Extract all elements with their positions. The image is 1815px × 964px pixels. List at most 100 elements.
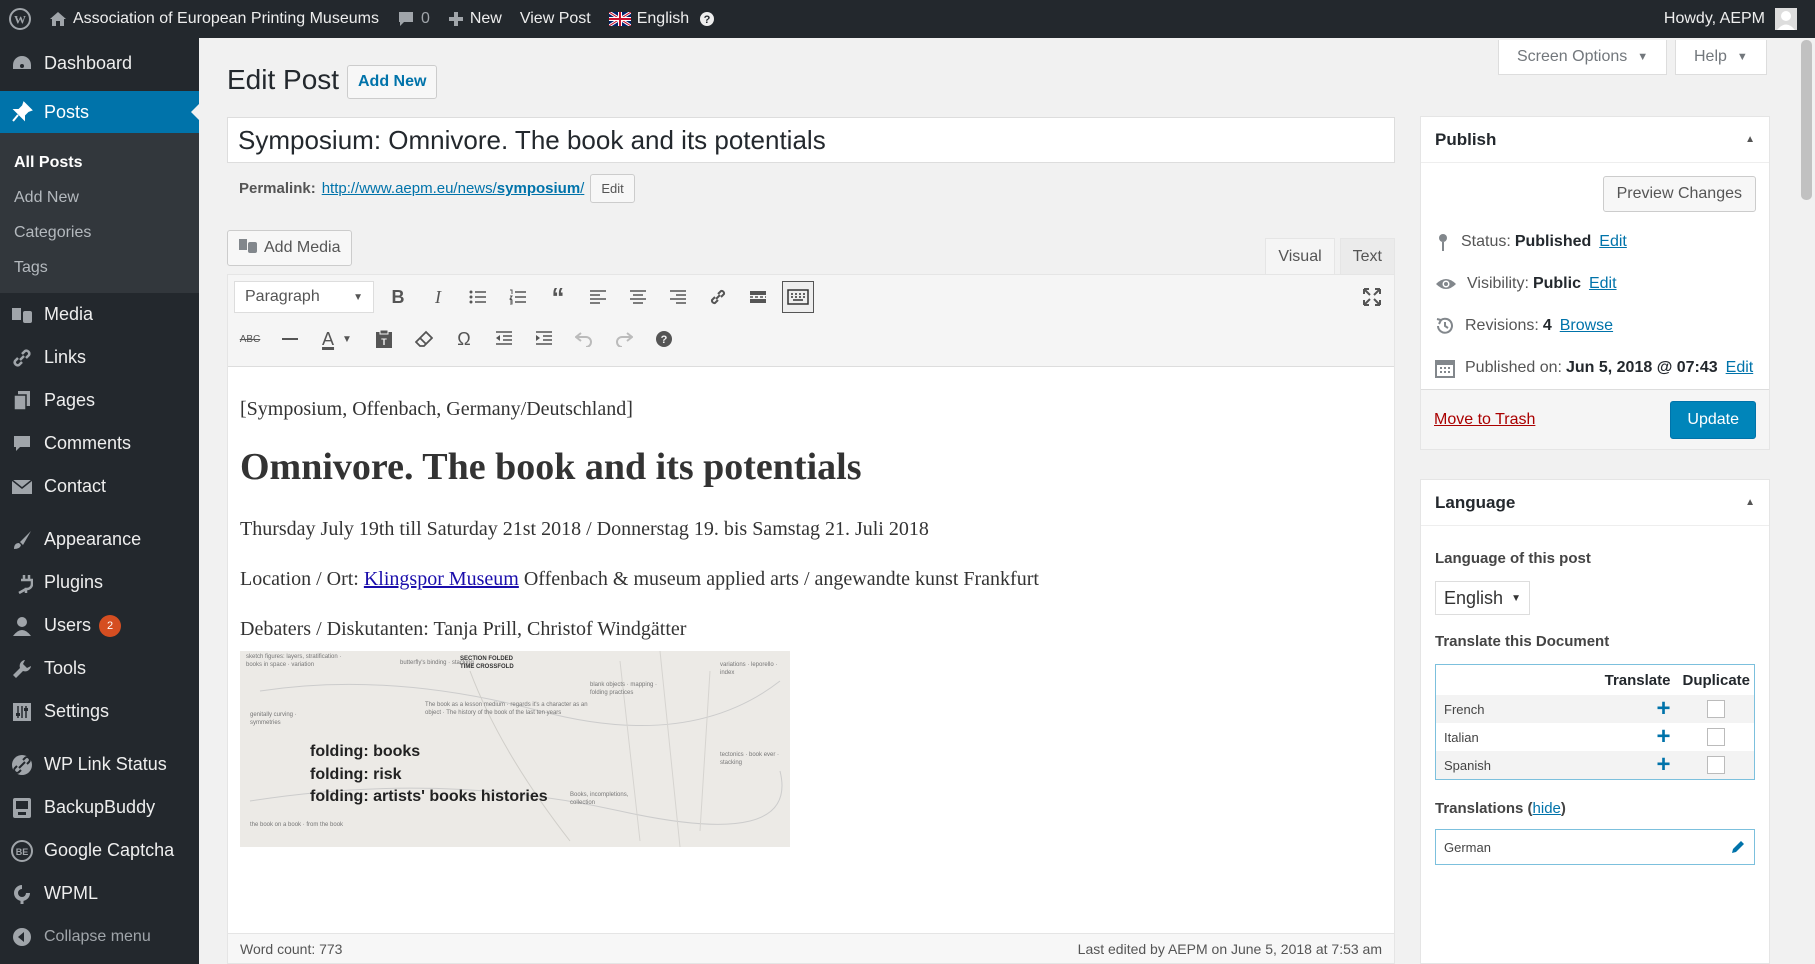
read-more-button[interactable] <box>742 281 774 313</box>
blockquote-button[interactable]: “ <box>542 281 574 313</box>
preview-changes-button[interactable]: Preview Changes <box>1602 176 1756 212</box>
duplicate-checkbox[interactable] <box>1707 700 1726 718</box>
posts-submenu: All Posts Add New Categories Tags <box>0 133 199 293</box>
help-circle-icon[interactable]: ? <box>699 11 715 27</box>
sidebar-item-wp-link-status[interactable]: WP Link Status <box>0 743 199 786</box>
sidebar-item-dashboard[interactable]: Dashboard <box>0 42 199 85</box>
submenu-add-new[interactable]: Add New <box>0 180 199 215</box>
distraction-free-button[interactable] <box>1358 283 1386 311</box>
visibility-edit-link[interactable]: Edit <box>1589 275 1617 293</box>
browse-revisions-link[interactable]: Browse <box>1560 317 1613 335</box>
post-title-input[interactable]: Symposium: Omnivore. The book and its po… <box>227 117 1395 163</box>
screen-options-button[interactable]: Screen Options ▼ <box>1498 40 1668 75</box>
scrollbar-thumb[interactable] <box>1801 40 1812 200</box>
language-of-post-label: Language of this post <box>1435 550 1591 567</box>
sidebar-label-backupbuddy: BackupBuddy <box>44 797 156 817</box>
add-translation-plus-icon[interactable]: + <box>1656 697 1670 721</box>
submenu-all-posts[interactable]: All Posts <box>0 145 199 180</box>
increase-indent-button[interactable] <box>528 323 560 355</box>
tab-text[interactable]: Text <box>1339 238 1395 275</box>
align-right-button[interactable] <box>662 281 694 313</box>
new-content-link[interactable]: New <box>439 0 511 38</box>
redo-button[interactable] <box>608 323 640 355</box>
view-post-link[interactable]: View Post <box>511 0 600 38</box>
collapse-arrow-icon[interactable]: ▲ <box>1745 134 1755 145</box>
special-character-button[interactable]: Ω <box>448 323 480 355</box>
site-name-link[interactable]: Association of European Printing Museums <box>40 0 388 38</box>
editor-content[interactable]: [Symposium, Offenbach, Germany/Deutschla… <box>228 367 1394 847</box>
sidebar-item-appearance[interactable]: Appearance <box>0 518 199 561</box>
toolbar-toggle-button[interactable] <box>782 281 814 313</box>
pencil-icon[interactable] <box>1730 839 1746 855</box>
status-edit-link[interactable]: Edit <box>1599 233 1627 251</box>
submenu-categories[interactable]: Categories <box>0 215 199 250</box>
post-language-select[interactable]: English ▼ <box>1435 581 1530 615</box>
add-translation-plus-icon[interactable]: + <box>1656 725 1670 749</box>
history-icon <box>1436 317 1453 334</box>
klingspor-museum-link[interactable]: Klingspor Museum <box>364 568 519 590</box>
wordpress-logo-icon[interactable]: W <box>0 0 40 38</box>
collapse-menu-button[interactable]: Collapse menu <box>0 915 199 958</box>
my-account-link[interactable]: Howdy, AEPM <box>1655 0 1815 38</box>
sidebar-item-links[interactable]: Links <box>0 336 199 379</box>
dropdown-arrow-icon: ▼ <box>353 291 363 303</box>
sidebar-item-tools[interactable]: Tools <box>0 647 199 690</box>
align-center-button[interactable] <box>622 281 654 313</box>
sidebar-item-contact[interactable]: Contact <box>0 465 199 508</box>
publish-box-header[interactable]: Publish ▲ <box>1421 117 1769 163</box>
undo-button[interactable] <box>568 323 600 355</box>
collapse-arrow-icon[interactable]: ▲ <box>1745 497 1755 508</box>
add-media-button[interactable]: Add Media <box>227 230 352 266</box>
clear-formatting-button[interactable] <box>408 323 440 355</box>
wpml-icon <box>10 882 34 906</box>
align-left-button[interactable] <box>582 281 614 313</box>
sidebar-item-google-captcha[interactable]: BE Google Captcha <box>0 829 199 872</box>
duplicate-checkbox[interactable] <box>1707 756 1726 774</box>
format-select[interactable]: Paragraph ▼ <box>234 281 374 313</box>
strikethrough-button[interactable]: ABC <box>234 323 266 355</box>
submenu-tags[interactable]: Tags <box>0 250 199 285</box>
sidebar-label-media: Media <box>44 304 94 324</box>
sidebar-item-settings[interactable]: Settings <box>0 690 199 733</box>
keyboard-shortcuts-button[interactable]: ? <box>648 323 680 355</box>
sidebar-item-comments[interactable]: Comments <box>0 422 199 465</box>
sidebar-item-plugins[interactable]: Plugins <box>0 561 199 604</box>
duplicate-checkbox[interactable] <box>1707 728 1726 746</box>
sidebar-item-pages[interactable]: Pages <box>0 379 199 422</box>
translation-german-row[interactable]: German <box>1435 829 1755 865</box>
permalink-base: http://www.aepm.eu/news/ <box>321 180 497 197</box>
caret-down-icon: ▼ <box>1736 51 1748 63</box>
update-button[interactable]: Update <box>1670 400 1756 439</box>
sidebar-item-media[interactable]: Media <box>0 293 199 336</box>
language-box-header[interactable]: Language ▲ <box>1421 480 1769 526</box>
permalink-edit-button[interactable]: Edit <box>590 174 635 203</box>
language-name: French <box>1444 701 1485 717</box>
italic-button[interactable]: I <box>422 281 454 313</box>
sidebar-item-users[interactable]: Users 2 <box>0 604 199 647</box>
sidebar-item-wpml[interactable]: WPML <box>0 872 199 915</box>
eye-icon <box>1436 279 1456 289</box>
decrease-indent-button[interactable] <box>488 323 520 355</box>
page-scrollbar[interactable] <box>1798 38 1815 964</box>
hide-translations-link[interactable]: hide <box>1533 800 1561 817</box>
tab-visual[interactable]: Visual <box>1265 238 1335 275</box>
sidebar-item-backupbuddy[interactable]: BackupBuddy <box>0 786 199 829</box>
bold-button[interactable]: B <box>382 281 414 313</box>
text-color-button[interactable]: A ▼ <box>314 323 360 355</box>
bullet-list-button[interactable] <box>462 281 494 313</box>
add-new-button[interactable]: Add New <box>347 65 438 99</box>
published-edit-link[interactable]: Edit <box>1726 359 1754 377</box>
insert-link-button[interactable] <box>702 281 734 313</box>
omega-icon: Ω <box>457 328 471 349</box>
add-translation-plus-icon[interactable]: + <box>1656 753 1670 777</box>
paste-as-text-button[interactable]: T <box>368 323 400 355</box>
numbered-list-button[interactable] <box>502 281 534 313</box>
language-switcher[interactable]: English ? <box>600 0 724 38</box>
content-image[interactable]: sketch figures: layers, stratification ·… <box>240 651 790 847</box>
move-to-trash-link[interactable]: Move to Trash <box>1434 411 1535 429</box>
comments-link[interactable]: 0 <box>388 0 439 38</box>
sidebar-item-posts[interactable]: Posts <box>0 91 199 133</box>
permalink-link[interactable]: http://www.aepm.eu/news/symposium/ <box>322 180 585 197</box>
horizontal-line-button[interactable] <box>274 323 306 355</box>
help-button[interactable]: Help ▼ <box>1675 40 1767 75</box>
